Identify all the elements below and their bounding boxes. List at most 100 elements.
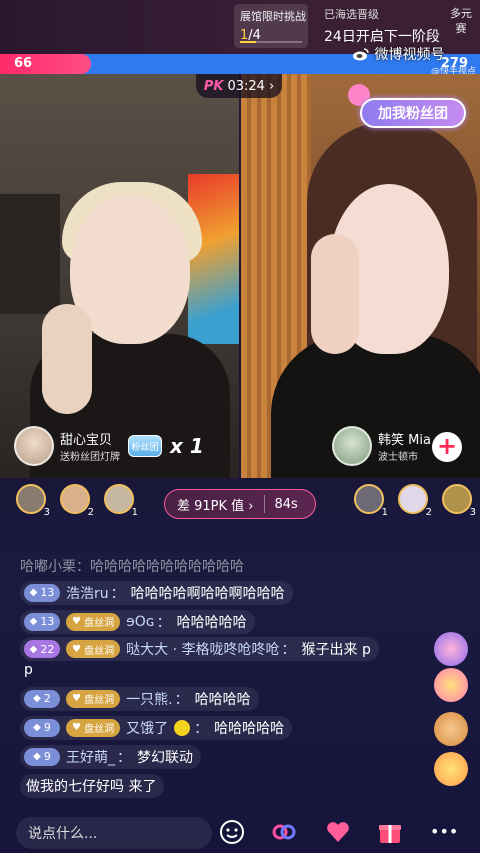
contributor-avatar[interactable]: 1 xyxy=(354,484,388,518)
contributor-rank: 3 xyxy=(43,507,50,518)
left-host-info: 甜心宝贝 送粉丝团灯牌 xyxy=(60,429,120,463)
selection-status: 已海选晋级 xyxy=(324,8,379,21)
fan-club-name: 盘丝洞 xyxy=(84,618,115,629)
pk-countdown: 84s xyxy=(274,496,298,512)
watermark: 微博视频号 @快手视点 xyxy=(352,44,476,77)
pk-timer[interactable]: PK 03:24 › xyxy=(196,74,282,98)
comment-bubble: ◆ 13 ♥ 盘丝洞 ɘOɢ： 哈哈哈哈哈 xyxy=(20,609,255,634)
heart-icon: ♥ xyxy=(72,643,81,655)
contributor-avatar[interactable]: 2 xyxy=(60,484,94,518)
fan-club-tag: ♥ 盘丝洞 xyxy=(66,689,121,708)
comment-colon: ： xyxy=(156,614,171,631)
gem-icon: ◆ xyxy=(33,722,41,733)
challenge-progress-fill xyxy=(240,41,256,43)
gem-icon: ◆ xyxy=(29,616,38,627)
pk-difference-pill[interactable]: 差 91PK 值 › 84s xyxy=(164,489,316,519)
comment-input[interactable]: 说点什么... xyxy=(16,816,212,849)
comment-colon: ： xyxy=(281,642,296,658)
comment-user[interactable]: ɘOɢ xyxy=(126,614,154,630)
list-item: 做我的七仔好吗 来了 xyxy=(20,771,420,800)
fan-club-name: 盘丝洞 xyxy=(84,645,115,657)
left-streamer-hand xyxy=(42,304,92,414)
follow-button[interactable]: + xyxy=(432,432,462,462)
comment-bubble: ◆ 13 浩浩ru： 哈哈哈哈啊哈哈啊哈哈哈 xyxy=(20,580,293,605)
comment-bubble: ◆ 22 ♥ 盘丝洞 哒大大 · 李格咙咚呛咚呛： 猴子出来 p xyxy=(20,637,379,661)
list-item: ◆ 9 王好萌_： 梦幻联动 xyxy=(20,742,420,771)
right-host-chip[interactable]: 韩笑 Mia 波士顿市 xyxy=(332,426,431,466)
watermark-logo: 微博视频号 xyxy=(352,44,476,64)
contributor-avatar[interactable]: 1 xyxy=(104,484,138,518)
next-stage-notice: 24日开启下一阶段 xyxy=(324,29,440,45)
pk-time: 03:24 xyxy=(227,78,265,94)
comment-text: 梦幻联动 xyxy=(137,749,193,766)
comment-bubble: ◆ 2 ♥ 盘丝洞 一只熊.： 哈哈哈哈 xyxy=(20,686,259,711)
gem-icon: ◆ xyxy=(29,587,38,598)
left-contributors: 3 2 1 xyxy=(16,484,138,518)
right-host-info: 韩笑 Mia 波士顿市 xyxy=(378,429,431,463)
challenge-title: 展馆限时挑战 xyxy=(240,10,306,23)
comment-continuation: p xyxy=(24,662,33,678)
contributor-rank: 1 xyxy=(131,507,138,518)
contributor-rank: 1 xyxy=(381,507,388,518)
comment-text: 做我的七仔好吗 来了 xyxy=(26,778,157,795)
level-badge: ◆ 13 xyxy=(24,583,60,602)
pk-icon: PK xyxy=(203,78,224,94)
comment-colon: ： xyxy=(194,720,209,737)
comment-user[interactable]: 浩浩ru xyxy=(66,583,109,603)
comment-user[interactable]: 王好萌_ xyxy=(66,747,115,767)
level-badge: ◆ 13 xyxy=(24,612,60,631)
contributor-avatar[interactable]: 3 xyxy=(16,484,50,518)
fan-club-tag: ♥ 盘丝洞 xyxy=(66,718,121,737)
gift-box-icon[interactable] xyxy=(376,818,404,846)
join-fan-club-sticker[interactable]: 加我粉丝团 xyxy=(360,98,466,128)
contributor-rank: 2 xyxy=(425,507,432,518)
level-number: 13 xyxy=(40,615,55,628)
right-contributors: 1 2 3 xyxy=(354,484,476,518)
fan-club-tag: ♥ 盘丝洞 xyxy=(66,640,121,658)
smile-icon[interactable] xyxy=(218,818,246,846)
left-score: 66 xyxy=(14,56,33,71)
comment-user[interactable]: 哒大大 · 李格咙咚呛咚呛 xyxy=(126,639,279,659)
avatar[interactable] xyxy=(14,426,54,466)
chevron-right-icon: › xyxy=(268,78,275,94)
comment-list[interactable]: 哈嘟小栗：哈哈哈哈哈哈哈哈哈哈哈 ◆ 13 浩浩ru： 哈哈哈哈啊哈哈啊哈哈哈 ◆… xyxy=(20,554,420,800)
comment-text: 哈哈哈哈 xyxy=(194,691,251,708)
comment-text: 哈哈哈哈哈 xyxy=(176,614,247,631)
more-icon[interactable]: ••• xyxy=(430,818,458,846)
contributor-rank: 2 xyxy=(87,507,94,518)
comment-bubble: 做我的七仔好吗 来了 xyxy=(20,773,165,798)
heart-gift-icon[interactable] xyxy=(324,818,352,846)
left-host-sub: 送粉丝团灯牌 xyxy=(60,452,120,463)
contributor-avatar[interactable]: 3 xyxy=(442,484,476,518)
contributor-avatar[interactable]: 2 xyxy=(398,484,432,518)
emoji-icon xyxy=(174,719,191,736)
gift-effect-icon[interactable] xyxy=(434,668,468,702)
right-video-pane[interactable] xyxy=(241,74,480,478)
right-host-sub: 波士顿市 xyxy=(378,452,418,463)
comment-user[interactable]: 一只熊. xyxy=(126,689,172,709)
list-item: ◆ 9 ♥ 盘丝洞 又饿了 ： 哈哈哈哈哈 xyxy=(20,713,420,742)
selection-status-panel[interactable]: 已海选晋级 24日开启下一阶段 xyxy=(324,6,444,46)
comment-text: 哈嘟小栗：哈哈哈哈哈哈哈哈哈哈哈 xyxy=(20,559,244,575)
avatar[interactable] xyxy=(332,426,372,466)
left-host-chip[interactable]: 甜心宝贝 送粉丝团灯牌 粉丝团 x 1 xyxy=(14,426,204,466)
level-number: 13 xyxy=(40,586,55,599)
fan-club-name: 盘丝洞 xyxy=(84,695,115,706)
multi-contest-label[interactable]: 多元赛 xyxy=(448,6,474,36)
comment-text: 猴子出来 p xyxy=(301,642,371,658)
comment-colon: ： xyxy=(174,691,189,708)
gift-effect-icon[interactable] xyxy=(434,752,468,786)
gesture-icon[interactable] xyxy=(434,712,468,746)
level-badge: ◆ 9 xyxy=(24,747,60,766)
challenge-progress-bar xyxy=(240,41,302,43)
left-video-pane[interactable] xyxy=(0,74,239,478)
gift-effect-icon[interactable] xyxy=(434,632,468,666)
list-item: ◆ 13 ♥ 盘丝洞 ɘOɢ： 哈哈哈哈哈 xyxy=(20,607,420,636)
gem-icon: ◆ xyxy=(33,751,41,762)
challenge-panel[interactable]: 展馆限时挑战 1/4 xyxy=(234,4,308,48)
gem-icon: ◆ xyxy=(29,643,38,655)
link-pk-icon[interactable] xyxy=(270,818,298,846)
fan-club-name: 盘丝洞 xyxy=(84,724,115,735)
comment-user[interactable]: 又饿了 xyxy=(126,718,168,738)
list-item: ◆ 2 ♥ 盘丝洞 一只熊.： 哈哈哈哈 xyxy=(20,684,420,713)
